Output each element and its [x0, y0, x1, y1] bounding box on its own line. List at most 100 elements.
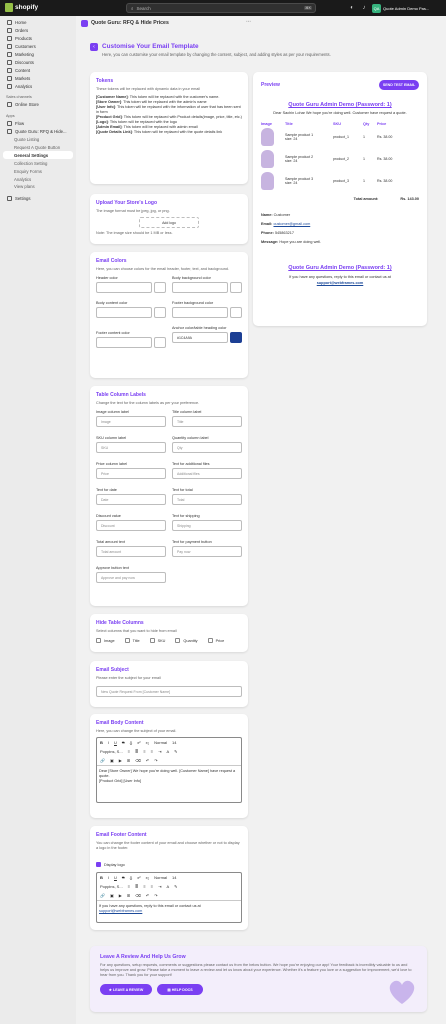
sidekick-icon[interactable]: ◐ — [348, 4, 356, 12]
sidebar-item-view-plans[interactable]: View plans — [0, 183, 76, 191]
date-input[interactable]: Date — [96, 494, 166, 506]
sidebar-item-products[interactable]: Products — [0, 35, 76, 43]
discount-input[interactable]: Discount — [96, 520, 166, 532]
bold-icon[interactable]: B — [100, 740, 103, 745]
hide-sku-checkbox[interactable]: SKU — [149, 638, 165, 644]
table-icon[interactable]: ⊞ — [127, 758, 130, 763]
indent-icon[interactable]: ⇥ — [158, 884, 161, 889]
preview-footer-link[interactable]: support@webframes.com — [261, 281, 419, 285]
code-icon[interactable]: {} — [130, 740, 133, 745]
image-icon[interactable]: ▣ — [110, 893, 114, 898]
price-column-input[interactable]: Price — [96, 468, 166, 480]
list-icon[interactable]: ≡ — [128, 884, 130, 889]
size-select[interactable]: 14 — [172, 875, 176, 880]
subscript-icon[interactable]: x₂ — [146, 875, 150, 880]
shopify-logo[interactable]: shopify — [5, 3, 38, 12]
pen-icon[interactable]: ✎ — [174, 884, 177, 889]
undo-icon[interactable]: ↶ — [146, 893, 149, 898]
superscript-icon[interactable]: x² — [137, 875, 140, 880]
redo-icon[interactable]: ↷ — [154, 758, 157, 763]
more-icon[interactable]: ⋯ — [246, 19, 251, 25]
sidebar-item-customers[interactable]: Customers — [0, 43, 76, 51]
subscript-icon[interactable]: x₂ — [146, 740, 150, 745]
help-docs-button[interactable]: ▤ HELP DOCS — [157, 984, 203, 995]
body-bg-color-input[interactable] — [172, 282, 228, 294]
body-bg-color-swatch[interactable] — [230, 282, 242, 294]
approve-button-input[interactable]: Approve and pay now — [96, 572, 166, 584]
align-center-icon[interactable]: ≡ — [143, 884, 145, 889]
body-editor-text[interactable]: Dear [Store Owner] We hope you're doing … — [97, 765, 241, 802]
video-icon[interactable]: ▶ — [119, 758, 122, 763]
italic-icon[interactable]: I — [108, 875, 109, 880]
add-logo-button[interactable]: Add logo — [139, 217, 199, 229]
subject-input[interactable]: New Quote Request From [Customer Name] — [96, 686, 242, 698]
header-color-swatch[interactable] — [154, 282, 166, 294]
align-right-icon[interactable]: ≡ — [151, 749, 153, 754]
strike-icon[interactable]: S — [122, 875, 125, 880]
back-button[interactable]: ‹ — [90, 43, 98, 51]
sidebar-item-content[interactable]: Content — [0, 66, 76, 74]
sku-column-input[interactable]: SKU — [96, 442, 166, 454]
total-amount-input[interactable]: Total amount — [96, 546, 166, 558]
body-editor[interactable]: B I U S{} x² x₂ Normal 14 Poppins, S... ≡ ≣ ≡ ≡ ⇥ A ✎ … — [96, 737, 242, 804]
preview-footer-store[interactable]: Quote Guru Admin Demo (Password: 1) — [261, 265, 419, 271]
footer-editor-text[interactable]: If you have any questions, reply to this… — [97, 900, 241, 922]
sidebar-item-home[interactable]: Home — [0, 19, 76, 27]
hide-quantity-checkbox[interactable]: Quantity — [175, 638, 198, 644]
link-icon[interactable]: 🔗 — [100, 758, 105, 763]
header-color-input[interactable] — [96, 282, 152, 294]
display-logo-checkbox[interactable]: Display logo — [96, 862, 125, 868]
align-right-icon[interactable]: ≡ — [151, 884, 153, 889]
leave-review-button[interactable]: ★ LEAVE A REVIEW — [100, 984, 152, 995]
code-icon[interactable]: {} — [130, 875, 133, 880]
sidebar-item-collection-setting[interactable]: Collection Setting — [0, 159, 76, 167]
color-icon[interactable]: A — [166, 884, 169, 889]
clear-format-icon[interactable]: ⌫ — [135, 758, 141, 763]
font-select[interactable]: Poppins, S... — [100, 884, 123, 889]
style-select[interactable]: Normal — [154, 740, 167, 745]
bell-icon[interactable]: ♪ — [360, 4, 368, 12]
sidebar-item-settings[interactable]: Settings — [0, 195, 76, 203]
list-icon[interactable]: ≡ — [128, 749, 130, 754]
body-content-color-swatch[interactable] — [154, 307, 166, 319]
align-left-icon[interactable]: ≣ — [135, 749, 138, 754]
anchor-color-input[interactable]: #1C4A9A — [172, 332, 228, 344]
anchor-color-swatch[interactable] — [230, 332, 242, 344]
shipping-input[interactable]: Shipping — [172, 520, 242, 532]
link-icon[interactable]: 🔗 — [100, 893, 105, 898]
hide-image-checkbox[interactable]: Image — [96, 638, 115, 644]
total-input[interactable]: Total — [172, 494, 242, 506]
title-column-input[interactable]: Title — [172, 416, 242, 428]
table-icon[interactable]: ⊞ — [127, 893, 130, 898]
font-select[interactable]: Poppins, S... — [100, 749, 123, 754]
sidebar-item-general-settings[interactable]: General Settings — [3, 151, 73, 160]
footer-bg-color-input[interactable] — [172, 307, 228, 319]
sidebar-item-orders[interactable]: Orders — [0, 27, 76, 35]
indent-icon[interactable]: ⇥ — [158, 749, 161, 754]
superscript-icon[interactable]: x² — [137, 740, 140, 745]
footer-bg-color-swatch[interactable] — [230, 307, 242, 319]
sidebar-item-request-button[interactable]: Request A Quote Button — [0, 144, 76, 152]
bold-icon[interactable]: B — [100, 875, 103, 880]
pen-icon[interactable]: ✎ — [174, 749, 177, 754]
align-left-icon[interactable]: ≣ — [135, 884, 138, 889]
hide-price-checkbox[interactable]: Price — [207, 638, 224, 644]
video-icon[interactable]: ▶ — [119, 893, 122, 898]
sidebar-item-quote-guru[interactable]: Quote Guru: RFQ & Hide... — [0, 128, 76, 136]
color-icon[interactable]: A — [166, 749, 169, 754]
additional-files-input[interactable]: Additional files — [172, 468, 242, 480]
sidebar-item-app-analytics[interactable]: Analytics — [0, 175, 76, 183]
sidebar-item-markets[interactable]: Markets — [0, 74, 76, 82]
underline-icon[interactable]: U — [114, 740, 117, 745]
quantity-column-input[interactable]: Qty — [172, 442, 242, 454]
sidebar-item-marketing[interactable]: Marketing — [0, 51, 76, 59]
sidebar-item-online-store[interactable]: Online Store — [0, 101, 76, 109]
image-column-input[interactable]: Image — [96, 416, 166, 428]
size-select[interactable]: 14 — [172, 740, 176, 745]
hide-title-checkbox[interactable]: Title — [124, 638, 140, 644]
sidebar-item-enquiry-forms[interactable]: Enquiry Forms — [0, 167, 76, 175]
search-input[interactable]: ⌕ Search ⌘K — [126, 3, 316, 13]
undo-icon[interactable]: ↶ — [146, 758, 149, 763]
footer-content-color-input[interactable] — [96, 337, 152, 349]
footer-content-color-swatch[interactable] — [154, 337, 166, 349]
